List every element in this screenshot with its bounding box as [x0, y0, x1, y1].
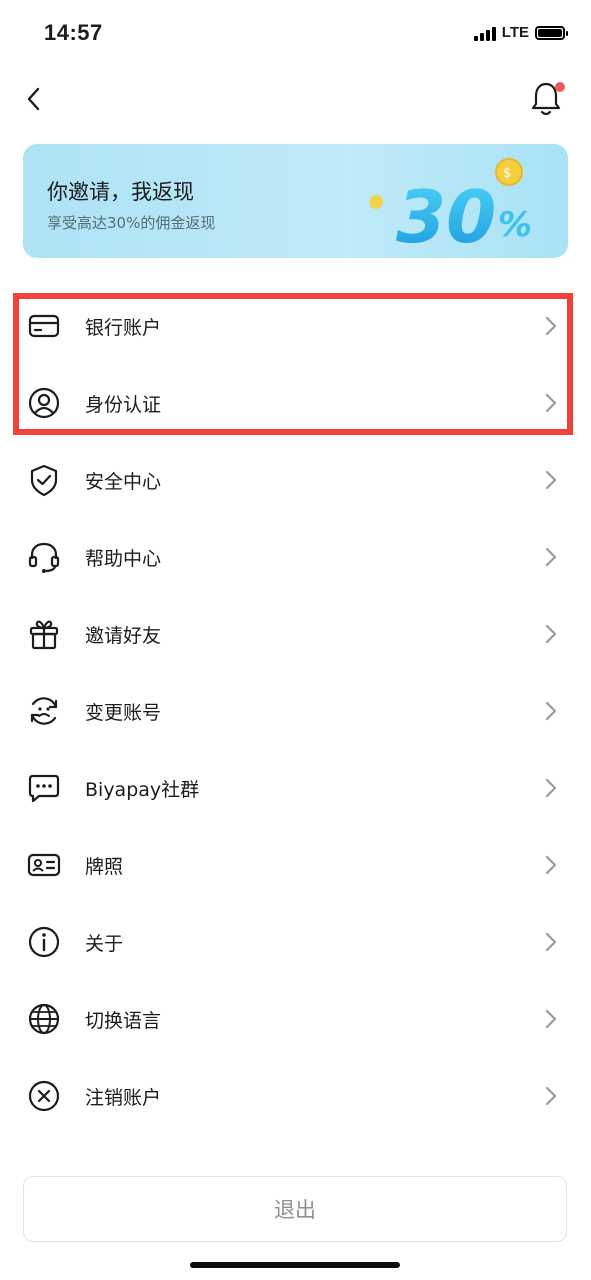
- info-icon: [24, 922, 64, 962]
- logout-button[interactable]: 退出: [23, 1176, 567, 1242]
- notification-button[interactable]: [529, 80, 565, 118]
- chevron-right-icon: [545, 624, 557, 644]
- menu-item-label: 邀请好友: [85, 624, 162, 647]
- signal-icon: [473, 25, 496, 41]
- chevron-right-icon: [545, 1086, 557, 1106]
- menu-item-label: 变更账号: [85, 701, 162, 724]
- network-label: LTE: [501, 24, 529, 41]
- menu-item-biyapay-community[interactable]: Biyapay社群: [24, 750, 564, 826]
- status-bar: 14:57 LTE: [0, 0, 591, 70]
- headset-icon: [24, 537, 64, 577]
- chevron-right-icon: [545, 470, 557, 490]
- menu-item-license[interactable]: 牌照: [24, 827, 564, 903]
- status-indicators: LTE: [473, 24, 568, 41]
- home-indicator[interactable]: [190, 1262, 400, 1268]
- svg-text:%: %: [498, 205, 532, 245]
- menu-item-invite-friends[interactable]: 邀请好友: [24, 596, 564, 672]
- chevron-right-icon: [545, 932, 557, 952]
- menu-item-label: 帮助中心: [85, 547, 162, 570]
- id-card-icon: [24, 845, 64, 885]
- menu-item-about[interactable]: 关于: [24, 904, 564, 980]
- gift-icon: [24, 614, 64, 654]
- menu-item-switch-language[interactable]: 切换语言: [24, 981, 564, 1057]
- chevron-right-icon: [545, 701, 557, 721]
- chevron-right-icon: [545, 778, 557, 798]
- banner-subtitle: 享受高达30%的佣金返现: [47, 214, 216, 232]
- notification-dot: [555, 82, 565, 92]
- back-button[interactable]: [20, 84, 50, 114]
- chevron-right-icon: [545, 1009, 557, 1029]
- menu-item-label: 关于: [85, 932, 124, 955]
- close-circle-icon: [24, 1076, 64, 1116]
- banner-title: 你邀请，我返现: [47, 180, 194, 204]
- highlight-box: [13, 293, 573, 435]
- menu-item-label: 安全中心: [85, 470, 162, 493]
- menu-item-change-account[interactable]: 变更账号: [24, 673, 564, 749]
- shield-check-icon: [24, 460, 64, 500]
- svg-text:30: 30: [396, 175, 496, 252]
- menu-item-label: Biyapay社群: [85, 778, 200, 801]
- chevron-left-icon: [27, 87, 40, 111]
- chevron-right-icon: [545, 855, 557, 875]
- chevron-right-icon: [545, 547, 557, 567]
- menu-item-label: 牌照: [85, 855, 124, 878]
- invite-banner[interactable]: 你邀请，我返现 享受高达30%的佣金返现 $ 30 %: [23, 144, 568, 258]
- globe-icon: [24, 999, 64, 1039]
- svg-text:$: $: [503, 166, 511, 181]
- menu-item-label: 注销账户: [85, 1086, 162, 1109]
- chat-bubble-icon: [24, 768, 64, 808]
- nav-bar: [0, 78, 591, 122]
- status-time: 14:57: [44, 20, 103, 45]
- menu-item-help-center[interactable]: 帮助中心: [24, 519, 564, 595]
- menu-item-security-center[interactable]: 安全中心: [24, 442, 564, 518]
- switch-account-icon: [24, 691, 64, 731]
- battery-icon: [535, 25, 568, 40]
- menu-item-label: 切换语言: [85, 1009, 162, 1032]
- menu-item-delete-account[interactable]: 注销账户: [24, 1058, 564, 1134]
- cashback-30-percent-graphic: $ 30 %: [370, 158, 532, 252]
